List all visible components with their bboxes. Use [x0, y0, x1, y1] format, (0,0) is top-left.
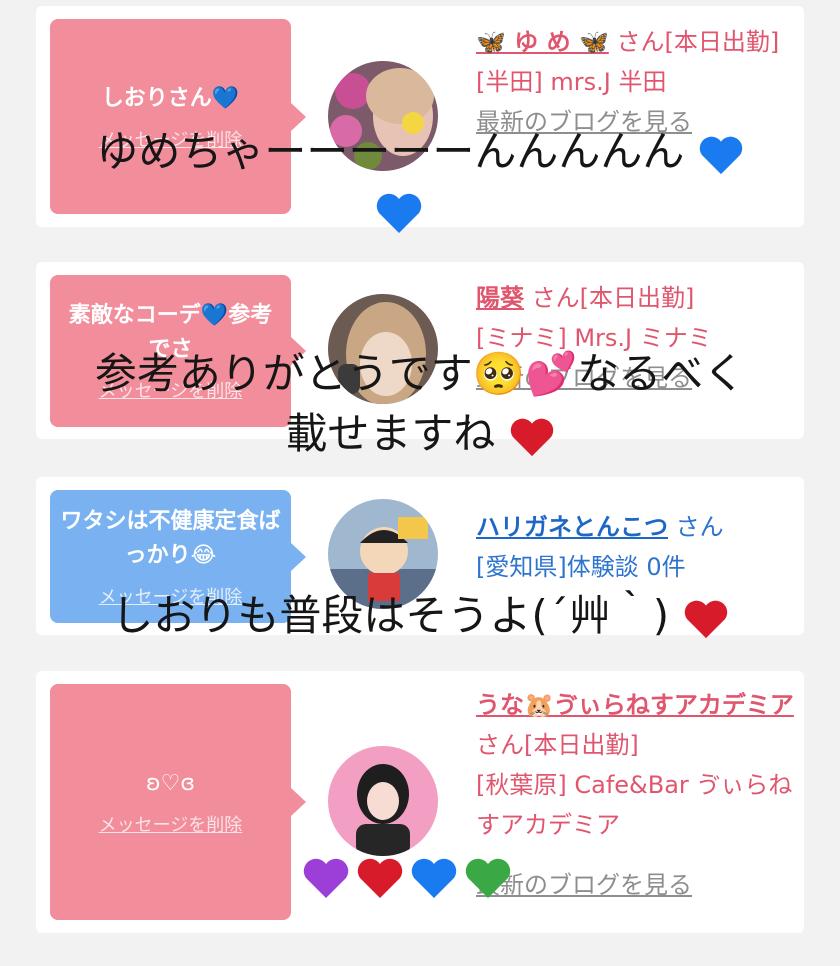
caption-1-text: ゆめちゃーーーーーんんんんん: [96, 127, 685, 176]
red-heart-icon: [684, 600, 727, 638]
user-info: うな🐹ゔぃらねすアカデミア さん[本日出勤] [秋葉原] Cafe&Bar ゔぃ…: [476, 685, 796, 925]
avatar[interactable]: [328, 746, 438, 856]
caption-2: 参考ありがとうです🥺💕なるべく: [0, 348, 840, 400]
blue-heart-icon: [699, 136, 742, 174]
user-name-link[interactable]: うな🐹ゔぃらねすアカデミア: [476, 691, 794, 719]
user-info: 🦋 ゆ め 🦋 さん[本日出勤] [半田] mrs.J 半田 最新のブログを見る: [476, 22, 796, 142]
user-name-link[interactable]: ハリガネとんこつ: [476, 513, 668, 541]
shop-name[interactable]: [半田] mrs.J 半田: [476, 68, 666, 96]
user-name-link[interactable]: 陽葵: [476, 284, 524, 312]
user-status: さん[本日出勤]: [531, 284, 695, 312]
caption-2b: 載せますね: [0, 408, 840, 460]
message-bubble: しおりさん💙 メッセージを削除: [50, 19, 306, 214]
caption-2-line-1: 参考ありがとうです🥺💕なるべく: [94, 349, 746, 398]
caption-1: ゆめちゃーーーーーんんんんん: [0, 126, 840, 178]
red-heart-icon: [357, 858, 403, 898]
green-heart-icon: [465, 858, 511, 898]
delete-message-link[interactable]: メッセージを削除: [99, 811, 243, 837]
hearts-row: [302, 855, 512, 901]
user-status: さん[本日出勤]: [616, 28, 780, 56]
caption-2-line-2: 載せますね: [285, 409, 496, 458]
message-text: ワタシは不健康定食ばっかり😂: [60, 508, 281, 568]
red-heart-icon: [510, 418, 553, 456]
shop-name[interactable]: [愛知県]体験談 0件: [476, 553, 686, 581]
caption-3-text: しおりも普段はそうよ(´艸｀): [111, 591, 670, 640]
message-text: しおりさん💙: [101, 85, 240, 111]
user-status: さん: [675, 513, 724, 541]
blue-heart-icon: [376, 193, 422, 233]
blue-heart-icon: [411, 858, 457, 898]
message-bubble: ʚ♡ɞ メッセージを削除: [50, 684, 306, 920]
caption-3: しおりも普段はそうよ(´艸｀): [0, 590, 840, 642]
shop-name[interactable]: [秋葉原] Cafe&Bar ゔぃらねすアカデミア: [476, 771, 792, 839]
user-info: ハリガネとんこつ さん [愛知県]体験談 0件: [476, 507, 796, 587]
message-text: ʚ♡ɞ: [146, 771, 195, 796]
user-status: さん[本日出勤]: [476, 731, 639, 759]
purple-heart-icon: [303, 858, 349, 898]
user-name-link[interactable]: 🦋 ゆ め 🦋: [476, 28, 609, 56]
